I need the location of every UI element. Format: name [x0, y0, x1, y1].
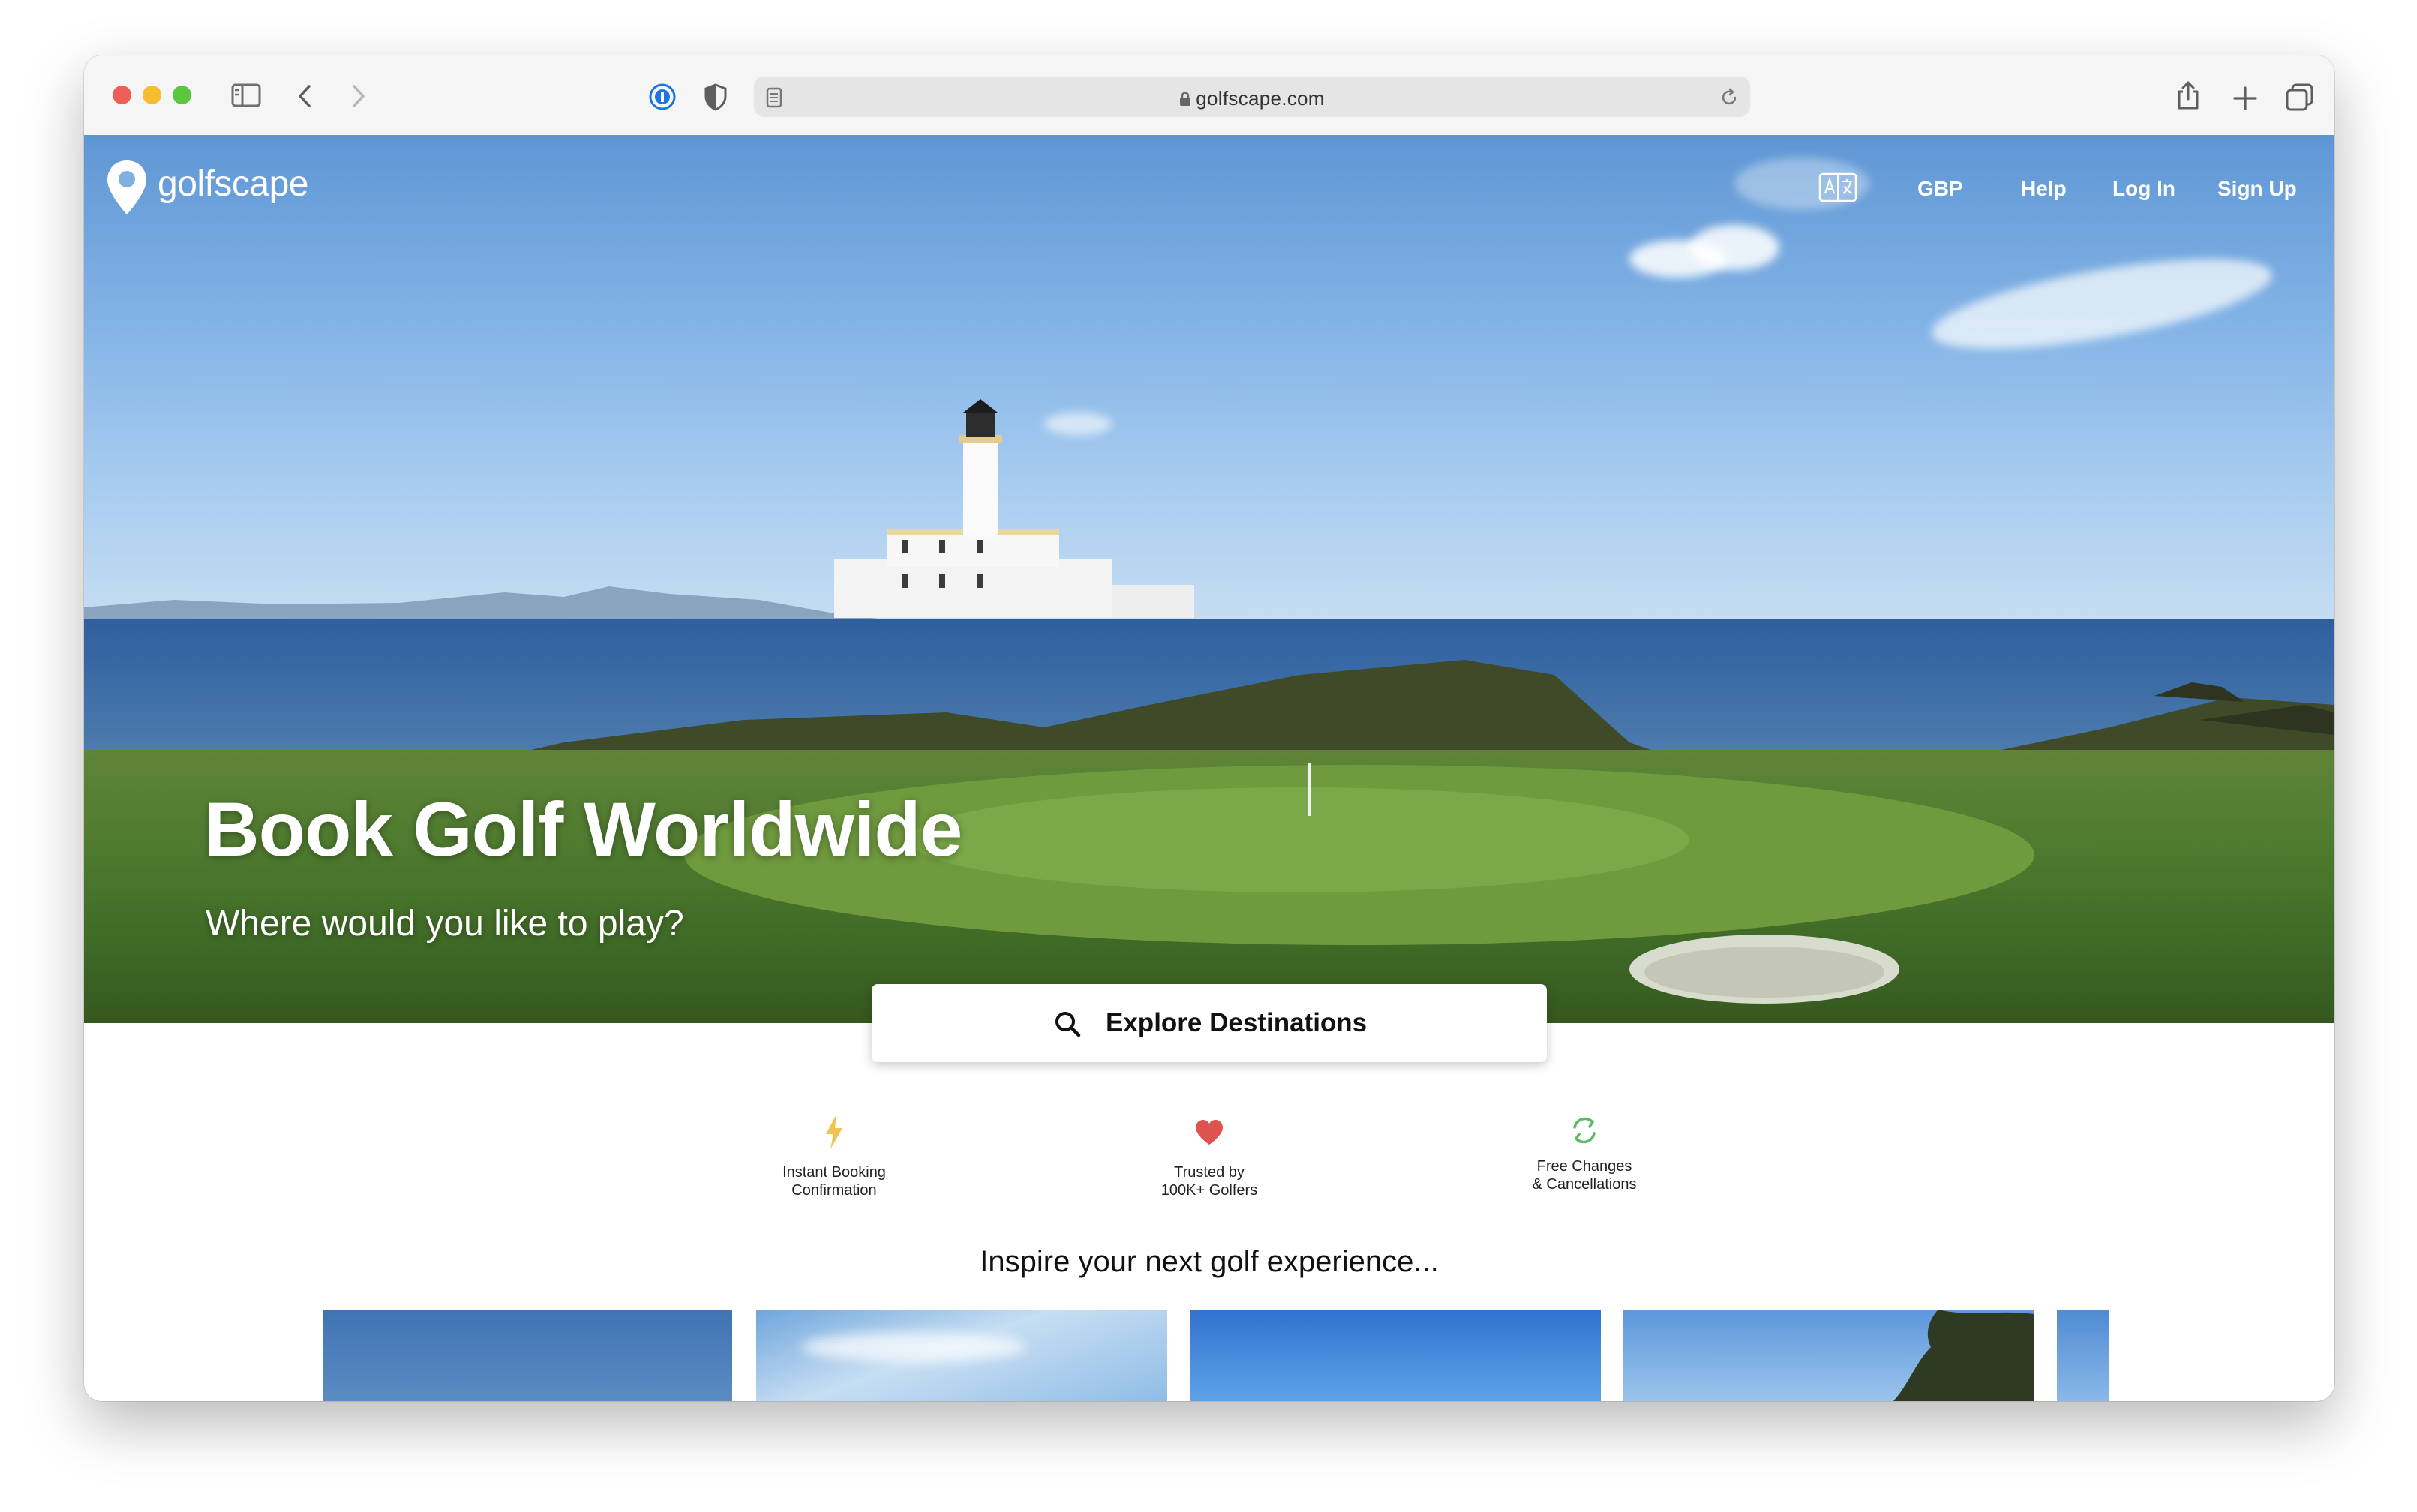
tree-silhouette [1893, 1310, 2034, 1401]
new-tab-icon[interactable] [2232, 86, 2258, 111]
signup-link[interactable]: Sign Up [2217, 177, 2297, 201]
cloud [801, 1332, 1026, 1362]
sidebar-toggle-icon[interactable] [231, 82, 261, 108]
password-manager-icon[interactable] [648, 82, 677, 111]
share-icon[interactable] [2175, 80, 2201, 111]
heart-icon [1196, 1120, 1223, 1144]
feature-free-changes: Free Changes & Cancellations [1472, 1114, 1697, 1193]
feature-text: Instant Booking Confirmation [782, 1164, 886, 1198]
login-link[interactable]: Log In [2112, 177, 2175, 201]
feature-text: Trusted by 100K+ Golfers [1160, 1164, 1258, 1198]
browser-window: golfscape.com golfscape GBP Help Log In … [84, 56, 2334, 1401]
flag-pin [1308, 764, 1311, 816]
destination-card[interactable] [756, 1310, 1167, 1401]
explore-destinations-button[interactable]: Explore Destinations [872, 984, 1547, 1062]
destination-card[interactable] [323, 1310, 732, 1401]
hero-title: Book Golf Worldwide [204, 787, 962, 872]
forward-icon[interactable] [347, 82, 369, 110]
hero-banner: golfscape GBP Help Log In Sign Up Book G… [84, 135, 2334, 1023]
help-link[interactable]: Help [2021, 177, 2067, 201]
search-icon [1055, 1012, 1081, 1037]
address-bar[interactable]: golfscape.com [754, 76, 1750, 117]
maximize-window-button[interactable] [173, 86, 191, 104]
tab-overview-icon[interactable] [2285, 82, 2315, 112]
feature-text: Free Changes & Cancellations [1532, 1158, 1637, 1192]
cloud [1926, 240, 2278, 368]
destination-card[interactable] [2057, 1310, 2109, 1401]
hero-subtitle: Where would you like to play? [206, 904, 684, 944]
logo-text: golfscape [158, 164, 308, 204]
privacy-shield-icon[interactable] [704, 82, 728, 111]
browser-toolbar: golfscape.com [84, 56, 2334, 136]
close-window-button[interactable] [113, 86, 131, 104]
destination-card[interactable] [1623, 1310, 2034, 1401]
minimize-window-button[interactable] [143, 86, 161, 104]
url-display: golfscape.com [754, 87, 1750, 110]
inspire-heading: Inspire your next golf experience... [980, 1245, 1439, 1278]
feature-trusted: Trusted by 100K+ Golfers [1097, 1119, 1322, 1199]
destination-card[interactable] [1190, 1310, 1601, 1401]
refresh-icon [1573, 1117, 1596, 1144]
lightning-icon [826, 1114, 842, 1149]
lock-icon [1180, 92, 1191, 106]
feature-instant-booking: Instant Booking Confirmation [722, 1113, 947, 1199]
reload-icon[interactable] [1719, 87, 1740, 108]
currency-selector[interactable]: GBP [1917, 177, 1963, 201]
map-pin-logo-icon [107, 160, 146, 214]
explore-destinations-label: Explore Destinations [1106, 1008, 1368, 1037]
lighthouse [834, 399, 1194, 618]
cloud [1689, 225, 1779, 270]
back-icon[interactable] [294, 82, 317, 110]
url-text: golfscape.com [1196, 87, 1325, 110]
language-translate-icon[interactable] [1818, 172, 1857, 202]
